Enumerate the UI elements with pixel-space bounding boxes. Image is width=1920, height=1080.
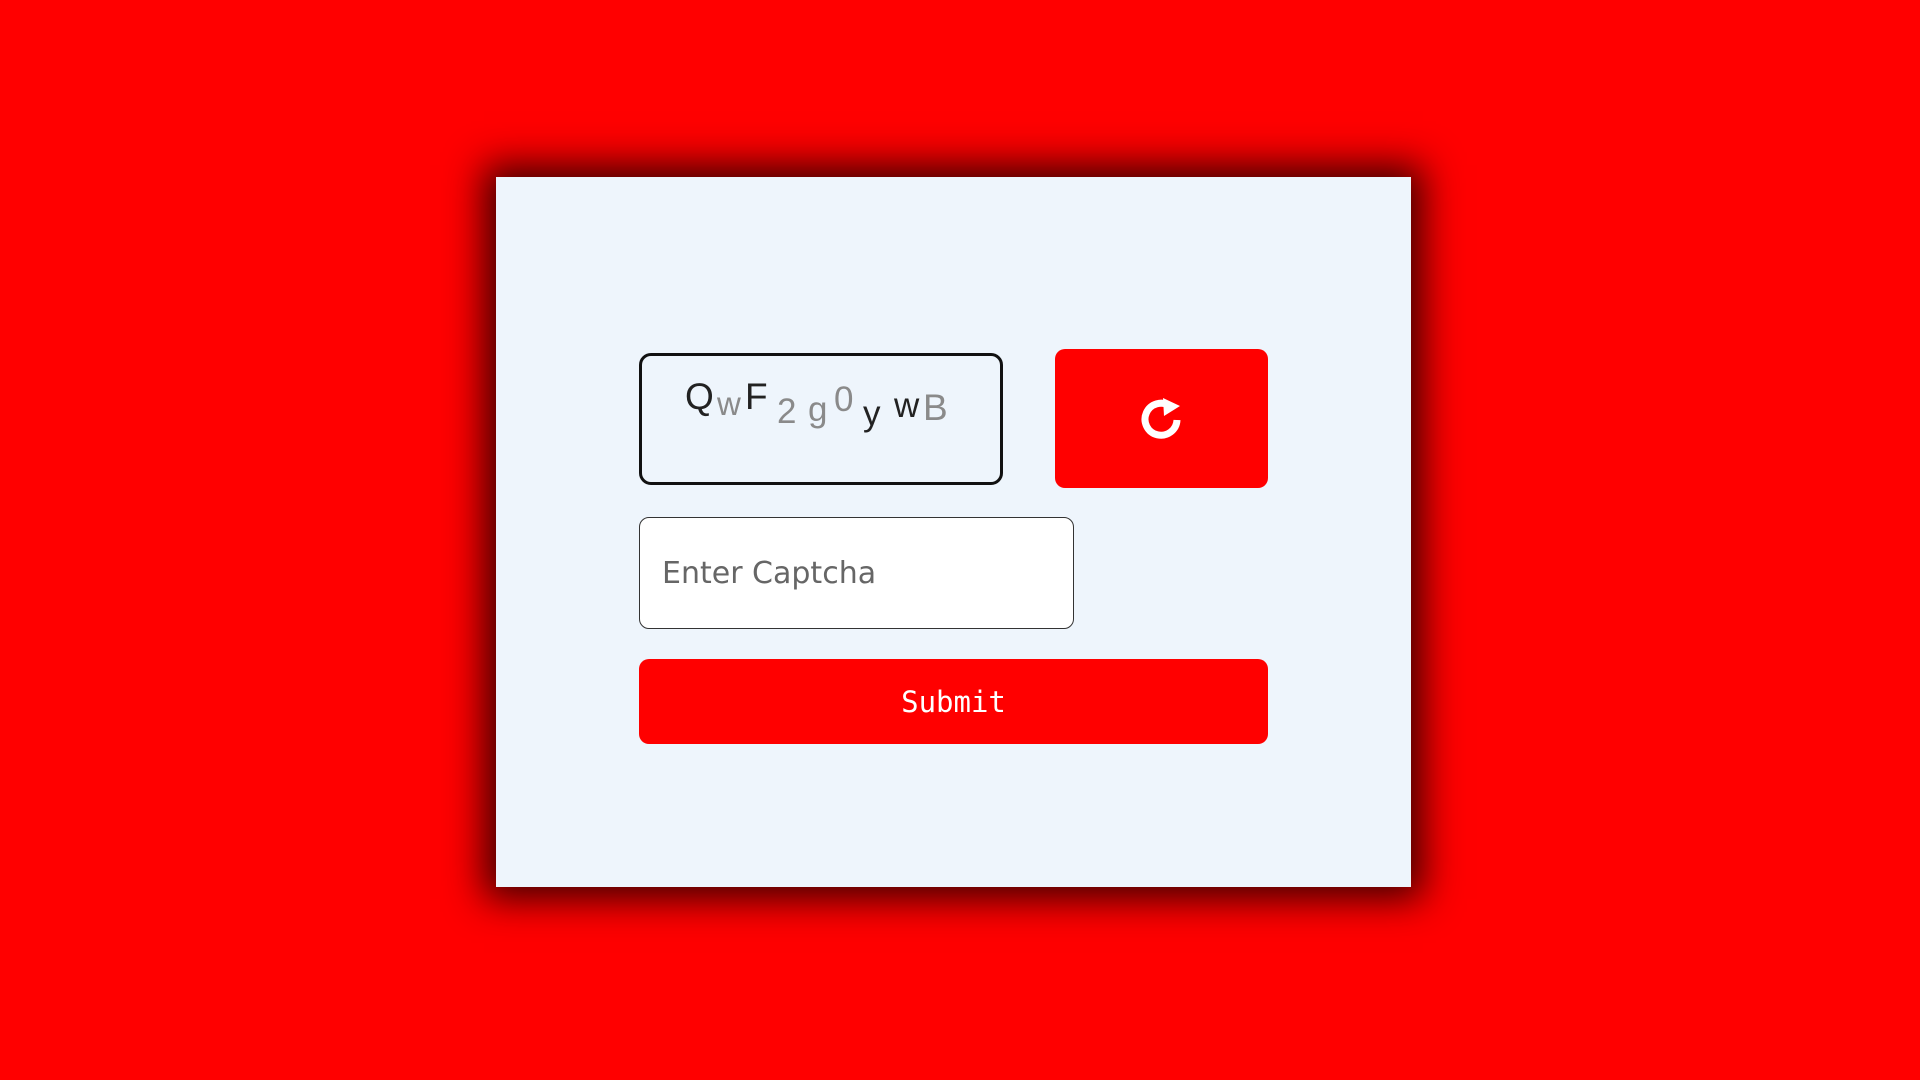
refresh-icon [1141, 397, 1180, 439]
captcha-char: F [745, 376, 768, 417]
captcha-char: w [894, 386, 920, 425]
captcha-char: B [923, 387, 948, 428]
captcha-char: w [717, 385, 741, 422]
captcha-char: 0 [834, 380, 854, 419]
captcha-display: Q w F 2 g 0 y w B [639, 353, 1003, 485]
captcha-char: 2 [777, 392, 797, 431]
captcha-char: g [808, 390, 828, 429]
captcha-char: y [863, 394, 881, 433]
captcha-char: Q [685, 376, 714, 417]
captcha-input[interactable] [639, 517, 1074, 629]
refresh-captcha-button[interactable] [1055, 349, 1268, 488]
captcha-card: Q w F 2 g 0 y w B Submit [496, 177, 1411, 887]
submit-button[interactable]: Submit [639, 659, 1268, 744]
